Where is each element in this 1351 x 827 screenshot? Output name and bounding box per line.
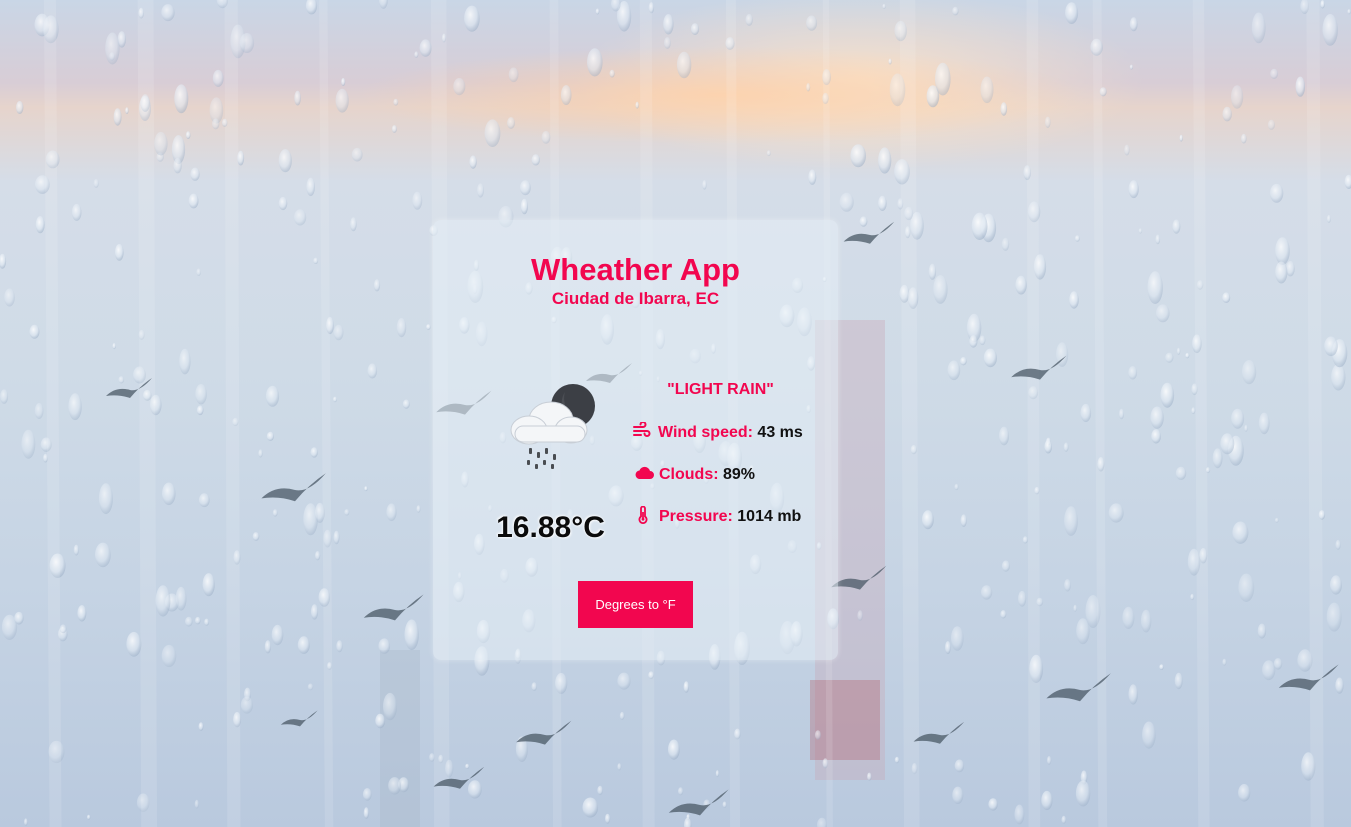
wind-icon bbox=[633, 421, 651, 440]
wind-speed-row: Wind speed: 43 ms bbox=[633, 421, 803, 443]
wind-speed-label: Wind speed: bbox=[658, 424, 753, 441]
weather-description: "LIGHT RAIN" bbox=[667, 381, 774, 398]
app-title: Wheather App bbox=[531, 252, 740, 287]
clouds-row: Clouds: 89% bbox=[634, 464, 755, 485]
pressure-label: Pressure: bbox=[659, 508, 733, 525]
clouds-value: 89% bbox=[723, 466, 756, 483]
location-label: Ciudad de Ibarra, EC bbox=[551, 289, 720, 308]
temperature-value: 16.88°C bbox=[496, 511, 605, 544]
weather-card: Wheather App Ciudad de Ibarra, EC 16.88°… bbox=[433, 220, 838, 660]
thermometer-icon bbox=[634, 505, 652, 524]
cloud-icon bbox=[634, 464, 654, 482]
wind-speed-value: 43 ms bbox=[757, 424, 803, 441]
clouds-label: Clouds: bbox=[659, 466, 719, 483]
cloud-rain-night-icon bbox=[503, 380, 599, 472]
degrees-toggle-button[interactable]: Degrees to °F bbox=[578, 581, 693, 628]
pressure-row: Pressure: 1014 mb bbox=[634, 505, 802, 527]
pressure-value: 1014 mb bbox=[737, 508, 802, 525]
